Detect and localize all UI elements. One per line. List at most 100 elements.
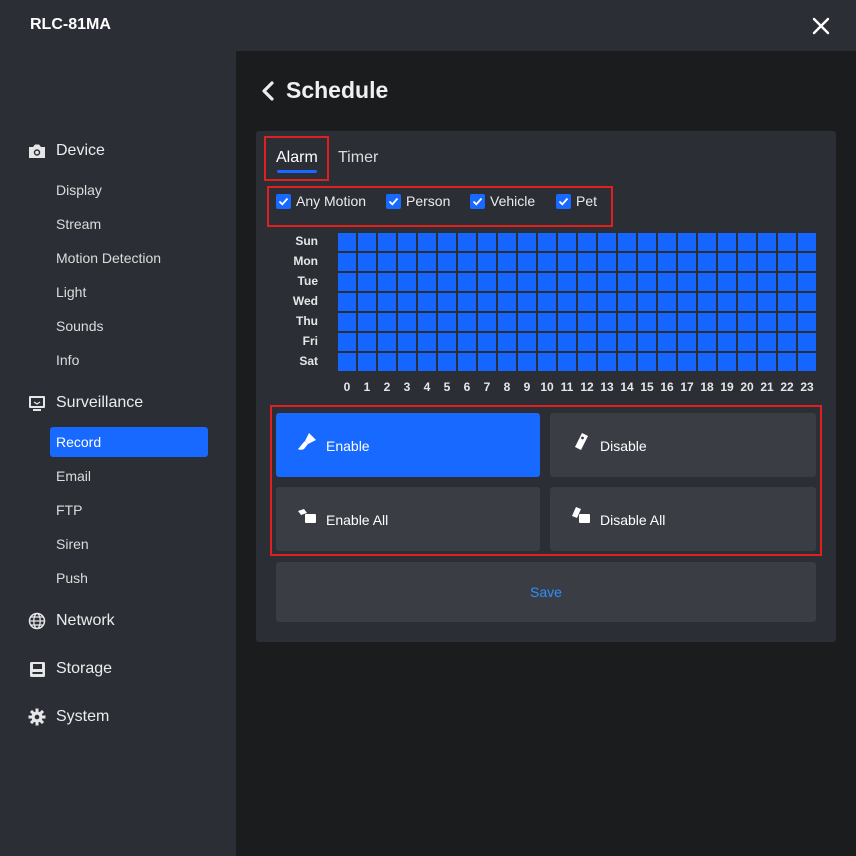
schedule-cell[interactable] [538,293,556,311]
schedule-cell[interactable] [378,353,396,371]
schedule-cell[interactable] [618,333,636,351]
schedule-cell[interactable] [598,253,616,271]
sidebar-group-system[interactable]: System [28,705,109,729]
schedule-cell[interactable] [378,273,396,291]
schedule-cell[interactable] [658,233,676,251]
schedule-cell[interactable] [558,293,576,311]
schedule-cell[interactable] [618,313,636,331]
schedule-cell[interactable] [558,313,576,331]
schedule-cell[interactable] [478,273,496,291]
schedule-cell[interactable] [538,313,556,331]
schedule-cell[interactable] [698,333,716,351]
schedule-cell[interactable] [618,353,636,371]
schedule-cell[interactable] [718,333,736,351]
schedule-cell[interactable] [698,233,716,251]
schedule-cell[interactable] [398,313,416,331]
schedule-cell[interactable] [338,233,356,251]
schedule-cell[interactable] [558,273,576,291]
schedule-cell[interactable] [618,293,636,311]
schedule-cell[interactable] [458,253,476,271]
schedule-cell[interactable] [758,313,776,331]
schedule-cell[interactable] [398,273,416,291]
sidebar-item-light[interactable]: Light [50,277,208,307]
schedule-cell[interactable] [698,313,716,331]
schedule-cell[interactable] [418,253,436,271]
schedule-cell[interactable] [538,233,556,251]
schedule-cell[interactable] [418,233,436,251]
schedule-cell[interactable] [738,333,756,351]
schedule-cell[interactable] [598,353,616,371]
sidebar-group-surveillance[interactable]: Surveillance [28,391,143,415]
schedule-cell[interactable] [778,273,796,291]
schedule-cell[interactable] [638,233,656,251]
schedule-cell[interactable] [798,293,816,311]
schedule-cell[interactable] [358,273,376,291]
schedule-cell[interactable] [638,253,656,271]
schedule-cell[interactable] [758,353,776,371]
schedule-cell[interactable] [698,273,716,291]
schedule-cell[interactable] [538,273,556,291]
schedule-cell[interactable] [638,333,656,351]
schedule-cell[interactable] [458,333,476,351]
schedule-cell[interactable] [538,253,556,271]
schedule-cell[interactable] [778,253,796,271]
schedule-cell[interactable] [598,333,616,351]
sidebar-item-stream[interactable]: Stream [50,209,208,239]
sidebar-group-network[interactable]: Network [28,609,115,633]
schedule-cell[interactable] [578,253,596,271]
schedule-cell[interactable] [438,313,456,331]
schedule-cell[interactable] [798,273,816,291]
schedule-cell[interactable] [558,253,576,271]
schedule-cell[interactable] [798,233,816,251]
schedule-cell[interactable] [478,293,496,311]
schedule-cell[interactable] [778,353,796,371]
schedule-cell[interactable] [678,253,696,271]
schedule-cell[interactable] [798,313,816,331]
schedule-cell[interactable] [438,233,456,251]
schedule-cell[interactable] [518,293,536,311]
schedule-cell[interactable] [738,253,756,271]
schedule-cell[interactable] [638,273,656,291]
schedule-cell[interactable] [778,313,796,331]
sidebar-group-device[interactable]: Device [28,139,105,163]
schedule-cell[interactable] [578,233,596,251]
schedule-cell[interactable] [798,353,816,371]
schedule-cell[interactable] [658,293,676,311]
schedule-cell[interactable] [378,313,396,331]
schedule-cell[interactable] [538,333,556,351]
sidebar-item-sounds[interactable]: Sounds [50,311,208,341]
schedule-cell[interactable] [518,273,536,291]
sidebar-item-display[interactable]: Display [50,175,208,205]
schedule-cell[interactable] [518,333,536,351]
schedule-cell[interactable] [778,293,796,311]
schedule-cell[interactable] [418,313,436,331]
schedule-cell[interactable] [598,313,616,331]
schedule-cell[interactable] [578,293,596,311]
sidebar-item-ftp[interactable]: FTP [50,495,208,525]
schedule-cell[interactable] [758,273,776,291]
schedule-cell[interactable] [458,293,476,311]
schedule-cell[interactable] [398,233,416,251]
save-button[interactable]: Save [276,562,816,622]
schedule-cell[interactable] [478,313,496,331]
schedule-cell[interactable] [738,233,756,251]
schedule-cell[interactable] [718,353,736,371]
schedule-cell[interactable] [358,313,376,331]
schedule-cell[interactable] [578,353,596,371]
schedule-cell[interactable] [478,233,496,251]
schedule-cell[interactable] [758,233,776,251]
schedule-cell[interactable] [538,353,556,371]
schedule-cell[interactable] [358,293,376,311]
schedule-cell[interactable] [678,233,696,251]
schedule-cell[interactable] [738,353,756,371]
schedule-cell[interactable] [698,353,716,371]
schedule-cell[interactable] [738,273,756,291]
schedule-cell[interactable] [718,293,736,311]
schedule-cell[interactable] [798,333,816,351]
schedule-cell[interactable] [418,293,436,311]
schedule-cell[interactable] [498,253,516,271]
schedule-cell[interactable] [718,253,736,271]
close-button[interactable] [808,13,834,39]
schedule-cell[interactable] [678,293,696,311]
schedule-cell[interactable] [738,313,756,331]
